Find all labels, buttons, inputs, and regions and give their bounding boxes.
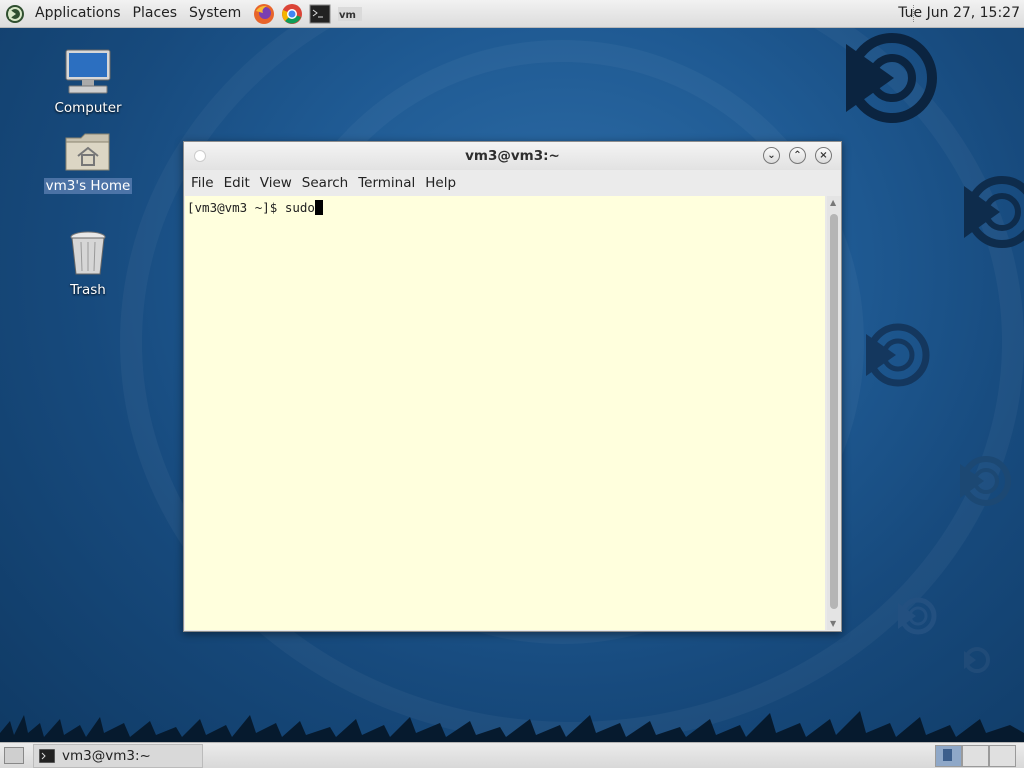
text-cursor	[314, 200, 323, 215]
terminal-output[interactable]: [vm3@vm3 ~]$ sudo	[185, 196, 825, 630]
window-titlebar[interactable]: vm3@vm3:~ ⌄ ⌃ ×	[184, 142, 841, 170]
home-folder-icon	[65, 133, 110, 171]
desktop-icon-label: Computer	[54, 100, 122, 116]
firefox-icon[interactable]	[253, 3, 275, 25]
menu-system[interactable]: System	[183, 0, 247, 27]
top-panel: Applications Places System vm Tue Jun 27…	[0, 0, 1024, 28]
workspace-3[interactable]	[989, 745, 1016, 767]
scroll-down-arrow-icon[interactable]: ▼	[830, 619, 836, 628]
wallpaper-grass	[0, 711, 1024, 743]
taskbar-item-label: vm3@vm3:~	[62, 748, 151, 764]
wallpaper-logo	[964, 647, 990, 673]
chrome-icon[interactable]	[281, 3, 303, 25]
wallpaper-logo	[866, 323, 930, 387]
clock[interactable]: Tue Jun 27, 15:27	[898, 0, 1020, 27]
scroll-up-arrow-icon[interactable]: ▲	[830, 198, 836, 207]
terminal-menubar: File Edit View Search Terminal Help	[184, 170, 841, 196]
prompt-line: [vm3@vm3 ~]$ sudo	[187, 200, 323, 215]
wallpaper-logo	[960, 456, 1011, 506]
terminal-icon[interactable]	[309, 3, 331, 25]
menu-places[interactable]: Places	[127, 0, 184, 27]
desktop-icon-label: vm3's Home	[43, 178, 133, 194]
shell-prompt: [vm3@vm3 ~]$	[187, 200, 285, 215]
window-title: vm3@vm3:~	[465, 148, 560, 164]
workspace-2[interactable]	[962, 745, 989, 767]
computer-icon	[65, 49, 111, 94]
menu-search[interactable]: Search	[297, 175, 353, 191]
menu-terminal[interactable]: Terminal	[353, 175, 420, 191]
typed-command: sudo	[284, 200, 315, 215]
menu-file[interactable]: File	[186, 175, 219, 191]
workspace-1[interactable]	[935, 745, 962, 767]
terminal-icon	[39, 749, 55, 763]
menu-view[interactable]: View	[255, 175, 297, 191]
terminal-window[interactable]: vm3@vm3:~ ⌄ ⌃ × File Edit View Search Te…	[183, 141, 842, 632]
menu-help[interactable]: Help	[420, 175, 461, 191]
menu-applications[interactable]: Applications	[29, 0, 127, 27]
taskbar-item-terminal[interactable]: vm3@vm3:~	[33, 744, 203, 768]
minimize-button[interactable]: ⌄	[763, 147, 780, 164]
desktop-icon-trash[interactable]: Trash	[43, 228, 133, 298]
trash-icon	[70, 231, 106, 275]
desktop-icon-label: Trash	[70, 282, 106, 298]
vmware-icon[interactable]: vm	[337, 3, 363, 25]
maximize-button[interactable]: ⌃	[789, 147, 806, 164]
bottom-panel: vm3@vm3:~	[0, 742, 1024, 768]
terminal-scrollbar[interactable]: ▲ ▼	[827, 196, 841, 630]
menu-edit[interactable]: Edit	[219, 175, 255, 191]
show-desktop-icon[interactable]	[4, 747, 24, 764]
svg-text:vm: vm	[339, 10, 356, 21]
scrollbar-thumb[interactable]	[830, 214, 838, 609]
close-button[interactable]: ×	[815, 147, 832, 164]
wallpaper-logo	[964, 176, 1024, 248]
window-menu-icon[interactable]	[194, 150, 206, 162]
wallpaper-logo	[898, 597, 937, 635]
desktop-icon-home[interactable]: vm3's Home	[43, 130, 133, 194]
desktop-icon-computer[interactable]: Computer	[43, 48, 133, 116]
distro-logo-icon[interactable]	[4, 3, 26, 25]
wallpaper-logo	[846, 33, 937, 123]
